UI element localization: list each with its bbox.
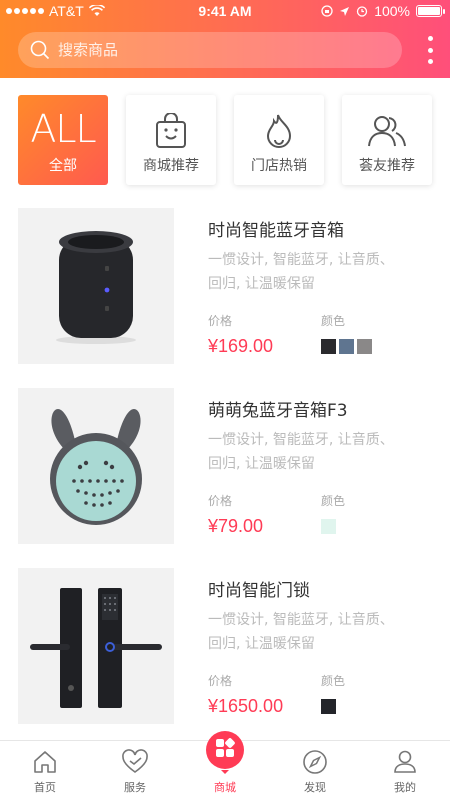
store-grid-icon — [206, 731, 244, 769]
category-label: 商城推荐 — [143, 158, 199, 174]
header: AT&T 9:41 AM 100% — [0, 0, 450, 78]
color-swatch[interactable] — [321, 699, 336, 714]
flame-icon — [266, 114, 292, 148]
product-item[interactable]: 时尚智能门锁 一惯设计, 智能蓝牙, 让音质、回归, 让温暖保留 价格 颜色 ¥… — [18, 568, 432, 748]
speaker-image[interactable] — [18, 208, 174, 364]
color-label: 颜色 — [321, 494, 346, 508]
search-icon — [30, 40, 50, 60]
tab-label: 发现 — [304, 781, 326, 794]
color-swatch[interactable] — [321, 519, 336, 534]
price-label: 价格 — [208, 314, 233, 328]
color-swatches — [321, 699, 336, 714]
color-swatches — [321, 339, 372, 354]
rotation-lock-icon — [321, 5, 333, 17]
color-swatches — [321, 519, 336, 534]
more-dot-icon — [427, 47, 433, 53]
color-label: 颜色 — [321, 674, 346, 688]
color-swatch[interactable] — [339, 339, 354, 354]
bunny-speaker-image[interactable] — [18, 388, 174, 544]
tab-discover[interactable]: 发现 — [270, 741, 360, 800]
category-all[interactable]: ALL 全部 — [18, 95, 108, 185]
tab-service[interactable]: 服务 — [90, 741, 180, 800]
product-description: 一惯设计, 智能蓝牙, 让音质、回归, 让温暖保留 — [208, 432, 394, 472]
status-right: 100% — [321, 3, 445, 19]
all-text-icon: ALL — [30, 107, 96, 151]
category-label: 全部 — [49, 158, 77, 174]
more-dot-icon — [427, 59, 433, 64]
price-label: 价格 — [208, 494, 233, 508]
category-friend-recommend[interactable]: 荟友推荐 — [342, 95, 432, 185]
search-bar[interactable] — [18, 32, 402, 68]
category-mall-recommend[interactable]: 商城推荐 — [126, 95, 216, 185]
product-title: 萌萌兔蓝牙音箱F3 — [208, 401, 348, 421]
category-label: 门店热销 — [251, 158, 307, 174]
product-description: 一惯设计, 智能蓝牙, 让音质、回归, 让温暖保留 — [208, 612, 394, 652]
heart-icon — [122, 749, 148, 773]
user-icon — [394, 750, 416, 773]
category-store-hot[interactable]: 门店热销 — [234, 95, 324, 185]
product-price: ¥79.00 — [208, 516, 264, 536]
price-label: 价格 — [208, 674, 233, 688]
tab-home[interactable]: 首页 — [0, 741, 90, 800]
product-title: 时尚智能门锁 — [208, 581, 310, 601]
product-item[interactable]: 时尚智能蓝牙音箱 一惯设计, 智能蓝牙, 让音质、回归, 让温暖保留 价格 颜色… — [18, 208, 432, 388]
product-price: ¥1650.00 — [208, 696, 284, 716]
color-label: 颜色 — [321, 314, 346, 328]
caret-down-icon — [221, 770, 229, 774]
users-icon — [368, 116, 406, 147]
tab-label: 我的 — [394, 781, 416, 794]
bottom-tab-bar: 首页 服务 商城 发现 我的 — [0, 731, 450, 800]
product-title: 时尚智能蓝牙音箱 — [208, 221, 344, 241]
shopping-bag-icon — [156, 113, 186, 148]
tab-label: 服务 — [124, 781, 146, 794]
search-input[interactable] — [58, 41, 358, 59]
battery-icon — [416, 5, 445, 17]
tab-mall[interactable]: 商城 — [180, 731, 270, 800]
tab-label: 首页 — [34, 781, 56, 794]
color-swatch[interactable] — [321, 339, 336, 354]
home-icon — [34, 751, 56, 773]
more-dot-icon — [427, 36, 433, 41]
product-price: ¥169.00 — [208, 336, 274, 356]
door-lock-image-art — [30, 588, 162, 708]
color-swatch[interactable] — [357, 339, 372, 354]
category-label: 荟友推荐 — [359, 158, 415, 174]
status-bar: AT&T 9:41 AM 100% — [0, 0, 450, 24]
battery-label: 100% — [374, 3, 410, 19]
bunny-speaker-image-art — [50, 409, 142, 525]
alarm-icon — [357, 6, 368, 17]
location-icon — [340, 6, 350, 16]
product-list: 时尚智能蓝牙音箱 一惯设计, 智能蓝牙, 让音质、回归, 让温暖保留 价格 颜色… — [18, 208, 432, 748]
product-item[interactable]: 萌萌兔蓝牙音箱F3 一惯设计, 智能蓝牙, 让音质、回归, 让温暖保留 价格 颜… — [18, 388, 432, 568]
category-row: ALL 全部 商城推荐 门店热销 荟友推荐 — [18, 95, 432, 185]
speaker-image-art — [56, 231, 136, 344]
tab-label: 商城 — [214, 781, 236, 794]
product-description: 一惯设计, 智能蓝牙, 让音质、回归, 让温暖保留 — [208, 252, 394, 292]
door-lock-image[interactable] — [18, 568, 174, 724]
more-menu-button[interactable] — [424, 36, 436, 64]
compass-icon — [303, 750, 327, 774]
tab-mine[interactable]: 我的 — [360, 741, 450, 800]
